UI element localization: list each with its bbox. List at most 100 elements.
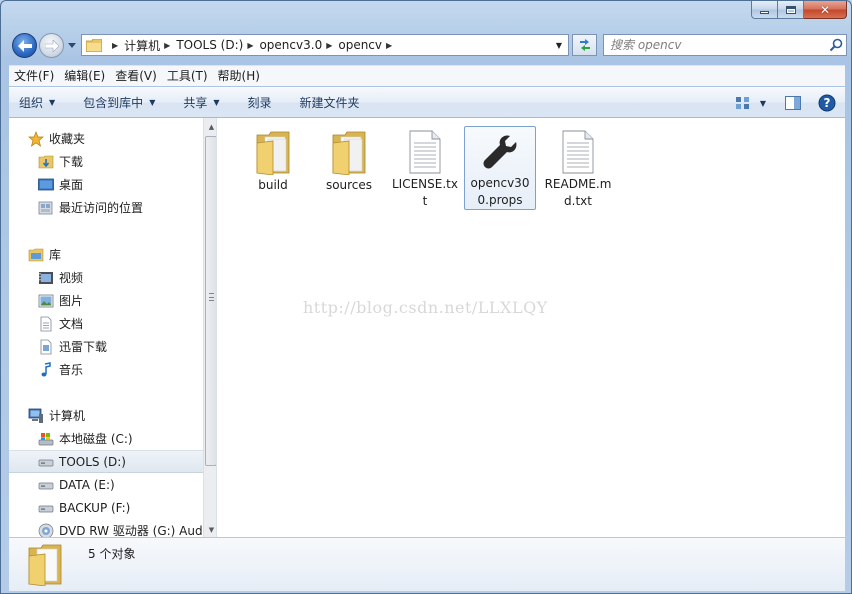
- breadcrumb-opencv[interactable]: ▶ opencv ▶: [322, 35, 398, 55]
- folder-icon: [86, 38, 102, 52]
- search-box[interactable]: [603, 34, 847, 56]
- view-dropdown-icon[interactable]: ▼: [757, 92, 769, 114]
- scroll-grip-icon: [209, 293, 214, 301]
- nav-item-drive-f[interactable]: BACKUP (F:): [9, 496, 203, 519]
- close-icon: ✕: [819, 2, 831, 17]
- nav-libraries[interactable]: 库: [9, 243, 203, 266]
- video-icon: [38, 270, 54, 286]
- breadcrumb-arrow-icon[interactable]: ▶: [247, 41, 253, 50]
- view-options-icon[interactable]: [731, 92, 755, 114]
- item-count-text: 5 个对象: [88, 547, 136, 561]
- back-button[interactable]: [12, 33, 37, 58]
- breadcrumb-arrow-icon[interactable]: ▶: [386, 41, 392, 50]
- nav-favorites[interactable]: 收藏夹: [9, 127, 203, 150]
- breadcrumb-arrow-icon[interactable]: ▶: [112, 41, 118, 50]
- nav-item-music[interactable]: 音乐: [9, 358, 203, 381]
- nav-scrollbar[interactable]: ▲ ▼: [203, 118, 216, 537]
- explorer-window: ✕ ▶ 计算机 ▶ TOOLS (D:) ▶ opencv3.0 ▶ opencv ▶ ▼: [0, 0, 852, 594]
- nav-item-desktop[interactable]: 桌面: [9, 173, 203, 196]
- search-icon[interactable]: [826, 35, 846, 55]
- libraries-group: 库 视频 图片 文档 迅雷下载 音乐: [9, 243, 203, 381]
- library-icon: [28, 247, 44, 263]
- nav-item-drive-e[interactable]: DATA (E:): [9, 473, 203, 496]
- chevron-down-icon: ▼: [213, 98, 220, 107]
- system-drive-icon: [38, 431, 54, 447]
- nav-item-drive-c[interactable]: 本地磁盘 (C:): [9, 427, 203, 450]
- menu-bar: 文件(F) 编辑(E) 查看(V) 工具(T) 帮助(H): [9, 65, 845, 86]
- command-bar-right: ▼ ?: [725, 91, 839, 115]
- file-item-build[interactable]: build: [237, 126, 309, 210]
- address-dropdown-icon[interactable]: ▼: [552, 38, 566, 52]
- scroll-up-icon[interactable]: ▲: [204, 119, 216, 134]
- nav-item-pictures[interactable]: 图片: [9, 289, 203, 312]
- search-input[interactable]: [604, 36, 826, 54]
- drive-icon: [38, 454, 54, 470]
- text-file-icon: [554, 128, 602, 175]
- navigation-pane: 收藏夹 下载 桌面 最近访问的位置 库 视频 图片 文档 迅雷下载 音乐 计算机…: [9, 118, 217, 537]
- menu-file[interactable]: 文件(F): [9, 67, 59, 86]
- menu-view[interactable]: 查看(V): [110, 67, 162, 86]
- thunder-downloads-icon: [38, 339, 54, 355]
- file-item-readme[interactable]: README.md.txt: [542, 126, 614, 210]
- maximize-button[interactable]: [778, 1, 804, 19]
- menu-edit[interactable]: 编辑(E): [59, 67, 110, 86]
- computer-group: 计算机 本地磁盘 (C:) TOOLS (D:) DATA (E:) BACKU…: [9, 404, 203, 537]
- address-row: ▶ 计算机 ▶ TOOLS (D:) ▶ opencv3.0 ▶ opencv ▶ ▼: [9, 31, 849, 59]
- nav-item-downloads[interactable]: 下载: [9, 150, 203, 173]
- refresh-button[interactable]: [572, 34, 597, 56]
- nav-item-thunder-downloads[interactable]: 迅雷下载: [9, 335, 203, 358]
- picture-icon: [38, 293, 54, 309]
- nav-item-recent-places[interactable]: 最近访问的位置: [9, 196, 203, 219]
- share-button[interactable]: 共享 ▼: [173, 90, 229, 116]
- include-in-library-button[interactable]: 包含到库中 ▼: [73, 90, 165, 116]
- nav-item-documents[interactable]: 文档: [9, 312, 203, 335]
- scroll-thumb[interactable]: [205, 136, 216, 466]
- file-item-opencv300-props[interactable]: opencv300.props: [464, 126, 536, 210]
- organize-button[interactable]: 组织 ▼: [9, 90, 65, 116]
- breadcrumb-arrow-icon[interactable]: ▶: [164, 41, 170, 50]
- preview-pane-icon[interactable]: [781, 92, 805, 114]
- nav-item-dvd-drive[interactable]: DVD RW 驱动器 (G:) Aud: [9, 519, 203, 537]
- menu-tools[interactable]: 工具(T): [162, 67, 213, 86]
- burn-button[interactable]: 刻录: [238, 90, 282, 116]
- file-item-sources[interactable]: sources: [313, 126, 385, 210]
- downloads-folder-icon: [38, 154, 54, 170]
- music-icon: [38, 361, 54, 378]
- scroll-down-icon[interactable]: ▼: [204, 522, 216, 537]
- computer-icon: [28, 408, 44, 424]
- breadcrumb-arrow-icon[interactable]: ▶: [326, 41, 332, 50]
- folder-icon: [325, 128, 373, 176]
- file-item-license[interactable]: LICENSE.txt: [389, 126, 461, 210]
- breadcrumb-tools-drive[interactable]: ▶ TOOLS (D:): [160, 35, 243, 55]
- nav-item-videos[interactable]: 视频: [9, 266, 203, 289]
- nav-computer[interactable]: 计算机: [9, 404, 203, 427]
- minimize-icon: [760, 11, 769, 14]
- desktop-icon: [38, 177, 54, 193]
- minimize-button[interactable]: [751, 1, 778, 19]
- folder-icon: [249, 128, 297, 176]
- recent-places-icon: [38, 200, 54, 216]
- address-bar[interactable]: ▶ 计算机 ▶ TOOLS (D:) ▶ opencv3.0 ▶ opencv ▶ ▼: [81, 34, 569, 56]
- wrench-icon: [476, 129, 524, 174]
- folder-icon: [28, 544, 62, 586]
- close-button[interactable]: ✕: [804, 1, 847, 19]
- drive-icon: [38, 477, 54, 493]
- dvd-drive-icon: [38, 523, 54, 537]
- breadcrumb-opencv30[interactable]: ▶ opencv3.0: [243, 35, 322, 55]
- command-bar: 组织 ▼ 包含到库中 ▼ 共享 ▼ 刻录 新建文件夹 ▼ ?: [9, 87, 845, 118]
- maximize-icon: [785, 5, 796, 14]
- history-dropdown-icon[interactable]: [67, 40, 77, 50]
- breadcrumb-computer[interactable]: ▶ 计算机: [108, 35, 160, 55]
- chevron-down-icon: ▼: [149, 98, 156, 107]
- new-folder-button[interactable]: 新建文件夹: [290, 90, 370, 116]
- watermark-text: http://blog.csdn.net/LLXLQY: [303, 298, 548, 317]
- help-icon[interactable]: ?: [815, 92, 839, 114]
- svg-text:?: ?: [824, 96, 831, 110]
- nav-item-drive-d[interactable]: TOOLS (D:): [9, 450, 203, 473]
- menu-help[interactable]: 帮助(H): [213, 67, 265, 86]
- forward-button[interactable]: [39, 33, 64, 58]
- favorites-group: 收藏夹 下载 桌面 最近访问的位置: [9, 127, 203, 219]
- drive-icon: [38, 500, 54, 516]
- content-area: 收藏夹 下载 桌面 最近访问的位置 库 视频 图片 文档 迅雷下载 音乐 计算机…: [9, 118, 845, 537]
- caption-buttons: ✕: [751, 1, 847, 19]
